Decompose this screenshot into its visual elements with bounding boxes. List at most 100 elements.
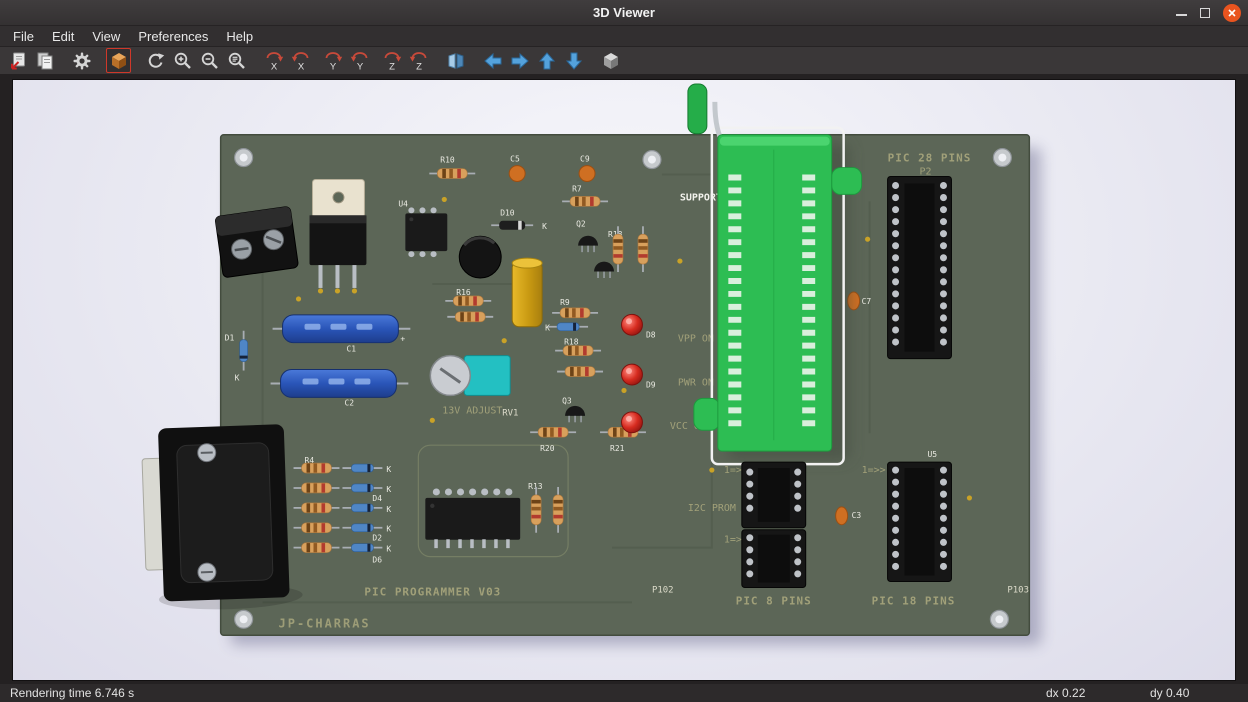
- trimmer-rv1: [430, 356, 510, 396]
- move-right-button[interactable]: [507, 48, 532, 73]
- rotate-y-ccw-button[interactable]: Y: [347, 48, 372, 73]
- move-down-button[interactable]: [561, 48, 586, 73]
- svg-text:C9: C9: [580, 155, 590, 164]
- export-image-icon: [8, 51, 28, 71]
- mounting-hole: [235, 610, 253, 628]
- dy-readout: dy 0.40: [1150, 686, 1238, 700]
- led-d9: [622, 364, 643, 385]
- round-capacitor: [459, 236, 501, 278]
- zoom-in-button[interactable]: [170, 48, 195, 73]
- menu-preferences[interactable]: Preferences: [129, 28, 217, 45]
- reload-button[interactable]: [143, 48, 168, 73]
- menu-view[interactable]: View: [83, 28, 129, 45]
- rotate-x-ccw-icon: X: [290, 50, 312, 72]
- svg-text:C3: C3: [852, 511, 862, 520]
- svg-text:D1: D1: [225, 334, 235, 343]
- rotate-z-cw-button[interactable]: Z: [379, 48, 404, 73]
- move-left-button[interactable]: [480, 48, 505, 73]
- menu-file[interactable]: File: [4, 28, 43, 45]
- svg-text:R16: R16: [456, 288, 471, 297]
- svg-text:Q3: Q3: [562, 396, 572, 405]
- rendering-time-status: Rendering time 6.746 s: [10, 686, 1046, 700]
- svg-text:K: K: [386, 465, 391, 474]
- viewport-frame: PIC 28 PINS P2 SUPPORT VPP ON PWR ON VCC…: [0, 74, 1248, 684]
- led-vcc: [622, 412, 643, 433]
- zoom-fit-button[interactable]: [224, 48, 249, 73]
- menubar: File Edit View Preferences Help: [0, 26, 1248, 47]
- silk-pic28: PIC 28 PINS: [888, 152, 972, 165]
- rotate-x-cw-button[interactable]: X: [261, 48, 286, 73]
- silk-i2c-prom: I2C PROM: [688, 503, 736, 514]
- rotate-x-ccw-button[interactable]: X: [288, 48, 313, 73]
- led-d8: [622, 314, 643, 335]
- menu-help[interactable]: Help: [217, 28, 262, 45]
- axis-z-label: Z: [389, 61, 395, 72]
- move-up-button[interactable]: [534, 48, 559, 73]
- arrow-down-icon: [564, 51, 584, 71]
- rotate-y-cw-button[interactable]: Y: [320, 48, 345, 73]
- silk-pwr-on: PWR ON: [678, 377, 714, 388]
- minimize-icon[interactable]: [1176, 14, 1187, 16]
- flip-board-button[interactable]: [443, 48, 468, 73]
- axis-x-label: X: [270, 61, 277, 72]
- dip14-ic: [425, 492, 520, 544]
- silk-pic18: PIC 18 PINS: [872, 594, 956, 607]
- dip18-socket-u5: [888, 462, 952, 581]
- arrow-left-icon: [483, 51, 503, 71]
- svg-text:K: K: [386, 485, 391, 494]
- export-image-button[interactable]: [5, 48, 30, 73]
- gear-icon: [72, 51, 92, 71]
- svg-text:K: K: [235, 374, 240, 383]
- rotate-z-ccw-button[interactable]: Z: [406, 48, 431, 73]
- maximize-icon[interactable]: [1200, 8, 1210, 18]
- svg-text:D8: D8: [646, 331, 656, 340]
- rotate-y-cw-icon: Y: [322, 50, 344, 72]
- orthographic-view-button[interactable]: [598, 48, 623, 73]
- close-icon[interactable]: [1223, 4, 1241, 22]
- mounting-hole: [990, 610, 1008, 628]
- dip8-ic-u4: [405, 210, 447, 254]
- axis-z-label: Z: [416, 61, 422, 72]
- dip8-socket-lower: [742, 530, 806, 588]
- window-title: 3D Viewer: [0, 5, 1248, 20]
- render-cube-icon: [109, 51, 129, 71]
- zoom-out-icon: [200, 51, 220, 71]
- disc-capacitor-c5: [509, 166, 525, 182]
- zoom-in-icon: [173, 51, 193, 71]
- silk-pin1: 1=>>: [862, 465, 886, 476]
- rotate-y-ccw-icon: Y: [349, 50, 371, 72]
- silk-rv1: RV1: [502, 408, 518, 418]
- titlebar[interactable]: 3D Viewer: [0, 0, 1248, 26]
- svg-text:D6: D6: [372, 556, 382, 565]
- zoom-fit-icon: [227, 51, 247, 71]
- silk-author: JP-CHARRAS: [279, 616, 371, 630]
- svg-text:C7: C7: [862, 297, 872, 306]
- svg-text:C5: C5: [510, 155, 520, 164]
- dip28-socket-p2: [888, 177, 952, 359]
- silk-support: SUPPORT: [680, 192, 722, 203]
- svg-text:D2: D2: [372, 534, 382, 543]
- zoom-out-button[interactable]: [197, 48, 222, 73]
- axis-y-label: Y: [329, 61, 336, 72]
- svg-text:K: K: [386, 545, 391, 554]
- menu-edit[interactable]: Edit: [43, 28, 83, 45]
- axial-capacitor-c1: [273, 315, 411, 343]
- silk-13v-adjust: 13V ADJUST: [442, 405, 502, 416]
- mounting-hole: [235, 149, 253, 167]
- arrow-right-icon: [510, 51, 530, 71]
- silk-p103: P103: [1007, 585, 1029, 595]
- axis-y-label: Y: [356, 61, 363, 72]
- svg-text:R10: R10: [440, 156, 455, 165]
- raytracing-toggle-button[interactable]: [106, 48, 131, 73]
- copy-image-button[interactable]: [32, 48, 57, 73]
- svg-text:R21: R21: [610, 444, 625, 453]
- svg-text:D9: D9: [646, 380, 656, 389]
- statusbar: Rendering time 6.746 s dx 0.22 dy 0.40: [0, 684, 1248, 702]
- pcb-3d-view[interactable]: PIC 28 PINS P2 SUPPORT VPP ON PWR ON VCC…: [12, 79, 1236, 681]
- dx-readout: dx 0.22: [1046, 686, 1150, 700]
- svg-text:R18: R18: [564, 338, 579, 347]
- settings-button[interactable]: [69, 48, 94, 73]
- silk-p2: P2: [919, 167, 931, 178]
- toolbar: X X Y Y Z Z: [0, 47, 1248, 74]
- db9-connector: [141, 424, 303, 612]
